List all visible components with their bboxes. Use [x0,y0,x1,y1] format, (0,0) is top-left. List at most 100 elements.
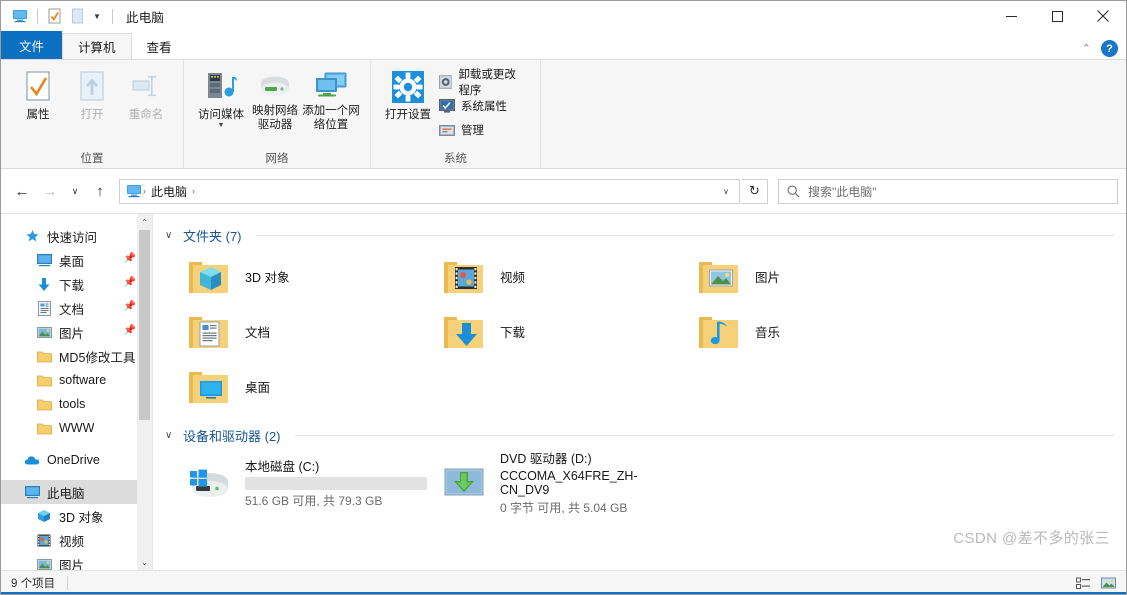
folder-desktop-icon [185,363,233,411]
devices-group-header[interactable]: ∨ 设备和驱动器 (2) [165,426,1126,445]
sidebar-item-software[interactable]: software [1,368,152,392]
ribbon-group-location-body: 属性 打开 重命名 [1,60,183,148]
tab-view[interactable]: 查看 [132,33,187,59]
new-folder-icon[interactable] [66,5,88,27]
close-button[interactable] [1080,1,1126,31]
sidebar-item-pictures[interactable]: 图片 📌 [1,320,152,344]
videos-icon [35,532,53,548]
chevron-down-icon-folders[interactable]: ∨ [165,230,177,241]
sidebar-item-quick-access[interactable]: 快速访问 [1,224,152,248]
this-pc-icon[interactable] [9,5,31,27]
manage-button[interactable]: 管理 [435,118,530,142]
breadcrumb-separator-1[interactable]: › [191,186,196,196]
sidebar-item-md5-tool[interactable]: MD5修改工具 [1,344,152,368]
scroll-up-icon[interactable]: ⌃ [137,214,152,230]
devices-group-title: 设备和驱动器 (2) [183,429,281,444]
list-item-dvd-drive-d[interactable]: DVD 驱动器 (D:) CCCOMA_X64FRE_ZH-CN_DV9 0 字… [420,449,675,515]
list-item-label-pictures: 图片 [755,271,781,285]
access-media-caret-icon[interactable]: ▼ [218,122,225,129]
file-list-view[interactable]: ∨ 文件夹 (7) 3D 对象 视频 图片 文档 下载 音乐 桌面 ∨ 设备和驱… [153,214,1126,570]
system-properties-button[interactable]: 系统属性 [435,94,530,118]
list-item-downloads[interactable]: 下载 [420,304,675,359]
details-view-icon[interactable] [1072,573,1094,593]
sidebar-item-videos[interactable]: 视频 [1,528,152,552]
properties-button[interactable]: 属性 [11,66,65,122]
breadcrumb-item-this-pc[interactable]: 此电脑 [147,183,191,200]
navigation-pane-scrollbar[interactable]: ⌃ ⌄ [137,214,152,570]
forward-button[interactable]: → [37,178,63,204]
pin-icon-desktop[interactable]: 📌 [124,253,136,264]
file-explorer-window: ▼ 此电脑 文件 计算机 查看 ⌃ ? 属性 打开 重命名 位置 访问媒体 ▼ … [0,0,1127,595]
sidebar-label-pictures-2: 图片 [59,558,85,571]
list-item-desktop[interactable]: 桌面 [165,359,420,414]
status-item-count: 9 个项目 [11,577,56,590]
ribbon-group-network: 访问媒体 ▼ 映射网络驱动器 添加一个网络位置 网络 [184,60,371,168]
scrollbar-thumb[interactable] [139,230,150,420]
search-placeholder: 搜索"此电脑" [808,184,877,199]
minimize-button[interactable] [988,1,1034,31]
rename-button[interactable]: 重命名 [119,66,173,122]
uninstall-program-button[interactable]: 卸载或更改程序 [435,69,530,97]
maximize-button[interactable] [1034,1,1080,31]
chevron-up-icon[interactable]: ⌃ [1082,42,1091,55]
sidebar-item-documents[interactable]: 文档 📌 [1,296,152,320]
list-item-music[interactable]: 音乐 [675,304,930,359]
system-small-buttons: 卸载或更改程序 系统属性 管理 [435,66,530,142]
large-icons-view-icon[interactable] [1098,573,1120,593]
tab-file[interactable]: 文件 [1,31,63,59]
map-network-drive-button[interactable]: 映射网络驱动器 [248,66,302,132]
this-pc-icon-sidebar [23,484,41,500]
list-item-3d-objects[interactable]: 3D 对象 [165,249,420,304]
breadcrumb-this-pc-icon[interactable] [126,184,142,198]
qat-dropdown-icon[interactable]: ▼ [88,5,106,27]
sidebar-item-3d-objects[interactable]: 3D 对象 [1,504,152,528]
help-icon[interactable]: ? [1101,40,1118,57]
watermark: CSDN @差不多的张三 [953,530,1110,547]
drive-info-d: DVD 驱动器 (D:) CCCOMA_X64FRE_ZH-CN_DV9 0 字… [500,448,675,516]
breadcrumb-dropdown-icon[interactable]: ∨ [715,180,737,203]
capacity-bar-c [245,476,427,490]
recent-locations-button[interactable]: ∨ [65,178,85,204]
add-network-location-button[interactable]: 添加一个网络位置 [302,66,360,132]
open-settings-label: 打开设置 [385,109,431,121]
sidebar-item-pictures-2[interactable]: 图片 [1,552,152,570]
list-item-pictures[interactable]: 图片 [675,249,930,304]
list-item-label-videos: 视频 [500,271,526,285]
sidebar-item-this-pc[interactable]: 此电脑 [1,480,152,504]
sidebar-label-this-pc: 此电脑 [47,486,85,501]
open-button-label: 打开 [80,109,104,121]
open-settings-button[interactable]: 打开设置 [381,66,435,122]
sidebar-label-onedrive: OneDrive [47,453,100,467]
ribbon-group-system-body: 打开设置 卸载或更改程序 系统属性 管理 [371,60,540,148]
list-item-label-desktop: 桌面 [245,381,271,395]
folders-group-title: 文件夹 (7) [183,229,242,244]
up-button[interactable]: ↑ [87,178,113,204]
rename-button-label: 重命名 [128,109,164,121]
access-media-button[interactable]: 访问媒体 ▼ [194,66,248,129]
pin-icon-documents[interactable]: 📌 [124,301,136,312]
pin-icon-pictures[interactable]: 📌 [124,325,136,336]
tab-computer[interactable]: 计算机 [62,33,132,59]
downloads-icon [35,276,53,292]
sidebar-item-desktop[interactable]: 桌面 📌 [1,248,152,272]
back-button[interactable]: ← [9,178,35,204]
refresh-button[interactable]: ↻ [742,178,768,204]
list-item-videos[interactable]: 视频 [420,249,675,304]
drive-name-c: 本地磁盘 (C:) [245,459,320,474]
breadcrumb-bar[interactable]: › 此电脑 › ∨ [119,178,740,204]
sidebar-item-www[interactable]: WWW [1,416,152,440]
list-item-documents[interactable]: 文档 [165,304,420,359]
sidebar-item-onedrive[interactable]: OneDrive [1,448,152,472]
sidebar-item-tools[interactable]: tools [1,392,152,416]
open-button[interactable]: 打开 [65,66,119,122]
pin-icon-downloads[interactable]: 📌 [124,277,136,288]
sidebar-item-downloads[interactable]: 下载 📌 [1,272,152,296]
properties-icon[interactable] [44,5,66,27]
chevron-down-icon-devices[interactable]: ∨ [165,430,177,441]
folders-group-header[interactable]: ∨ 文件夹 (7) [165,226,1126,245]
scroll-down-icon[interactable]: ⌄ [137,554,152,570]
ribbon-filler [541,60,1126,168]
search-box[interactable]: 搜索"此电脑" [778,178,1118,204]
window-title: 此电脑 [126,10,165,25]
list-item-local-disk-c[interactable]: 本地磁盘 (C:) 51.6 GB 可用, 共 79.3 GB [165,449,427,515]
